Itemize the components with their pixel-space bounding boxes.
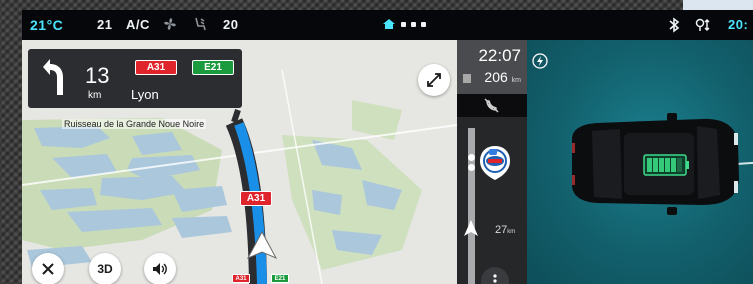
destination-flag-icon [463, 74, 471, 83]
turn-left-arrow-icon [43, 59, 63, 95]
remaining-distance-unit: km [511, 77, 521, 84]
mini-sign-a31: A31 [232, 274, 250, 283]
map-place-label: Ruisseau de la Grande Noue Noire [62, 119, 207, 129]
remaining-distance-value: 206 [484, 69, 508, 85]
vehicle-status-panel[interactable] [527, 40, 753, 284]
route-overview-panel: 22:07 206 km 27km [457, 40, 527, 284]
fan-icon[interactable] [162, 16, 178, 32]
next-poi-distance-unit: km [507, 229, 516, 235]
home-icon[interactable] [382, 18, 396, 30]
maneuver-distance-unit: km [88, 90, 102, 101]
next-maneuver-card[interactable]: 13 km A31 E21 Lyon [28, 49, 242, 108]
view-mode-button[interactable]: 3D [89, 253, 121, 284]
strip-marker [468, 164, 475, 171]
arrival-info[interactable]: 22:07 206 km [457, 40, 527, 94]
close-button[interactable] [32, 253, 64, 284]
road-sign-e21: E21 [192, 60, 234, 75]
status-bar: 21°C 21 A/C 20 20: [22, 10, 753, 40]
fuel-station-pin-icon[interactable] [475, 143, 515, 183]
home-indicator[interactable] [382, 18, 426, 30]
set-temperature[interactable]: 20 [223, 17, 238, 32]
bluetooth-icon [669, 17, 680, 33]
mini-sign-e21: E21 [271, 274, 289, 283]
maneuver-distance: 13 [85, 63, 110, 88]
lightning-icon [532, 53, 548, 69]
phone-status[interactable] [457, 94, 527, 117]
more-options-button[interactable] [481, 267, 509, 284]
current-position-icon [464, 220, 478, 236]
clock: 20: [728, 17, 749, 32]
next-poi-distance: 27km [495, 224, 515, 236]
next-poi-distance-value: 27 [495, 224, 508, 236]
road-sign-a31: A31 [135, 60, 177, 75]
car-battery-charging-icon [572, 113, 753, 215]
arrival-time: 22:07 [478, 46, 521, 65]
navigation-map[interactable]: 13 km A31 E21 Lyon Ruisseau de la Grande… [22, 40, 457, 284]
strip-marker [468, 154, 475, 161]
page-dot [421, 21, 426, 27]
sound-button[interactable] [144, 253, 176, 284]
ac-toggle[interactable]: A/C [126, 17, 150, 32]
route-progress-strip [468, 128, 475, 284]
route-road-label: A31 [240, 191, 272, 206]
more-vertical-icon [493, 274, 497, 283]
close-icon [42, 263, 54, 275]
infotainment-screen: 21°C 21 A/C 20 20: 13 km A31 E21 Lyon Ru… [22, 10, 753, 284]
expand-button[interactable] [418, 64, 450, 96]
remaining-distance: 206 km [484, 69, 521, 85]
gps-icon [695, 18, 710, 32]
fan-speed[interactable]: 21 [97, 17, 112, 32]
phone-off-icon [484, 98, 499, 113]
cabin-temperature[interactable]: 21°C [30, 17, 63, 33]
page-dot [411, 21, 416, 27]
seat-airflow-icon[interactable] [192, 16, 208, 32]
expand-icon [427, 73, 441, 87]
destination-city: Lyon [131, 87, 159, 102]
page-dot [401, 21, 406, 27]
speaker-icon [153, 263, 167, 275]
